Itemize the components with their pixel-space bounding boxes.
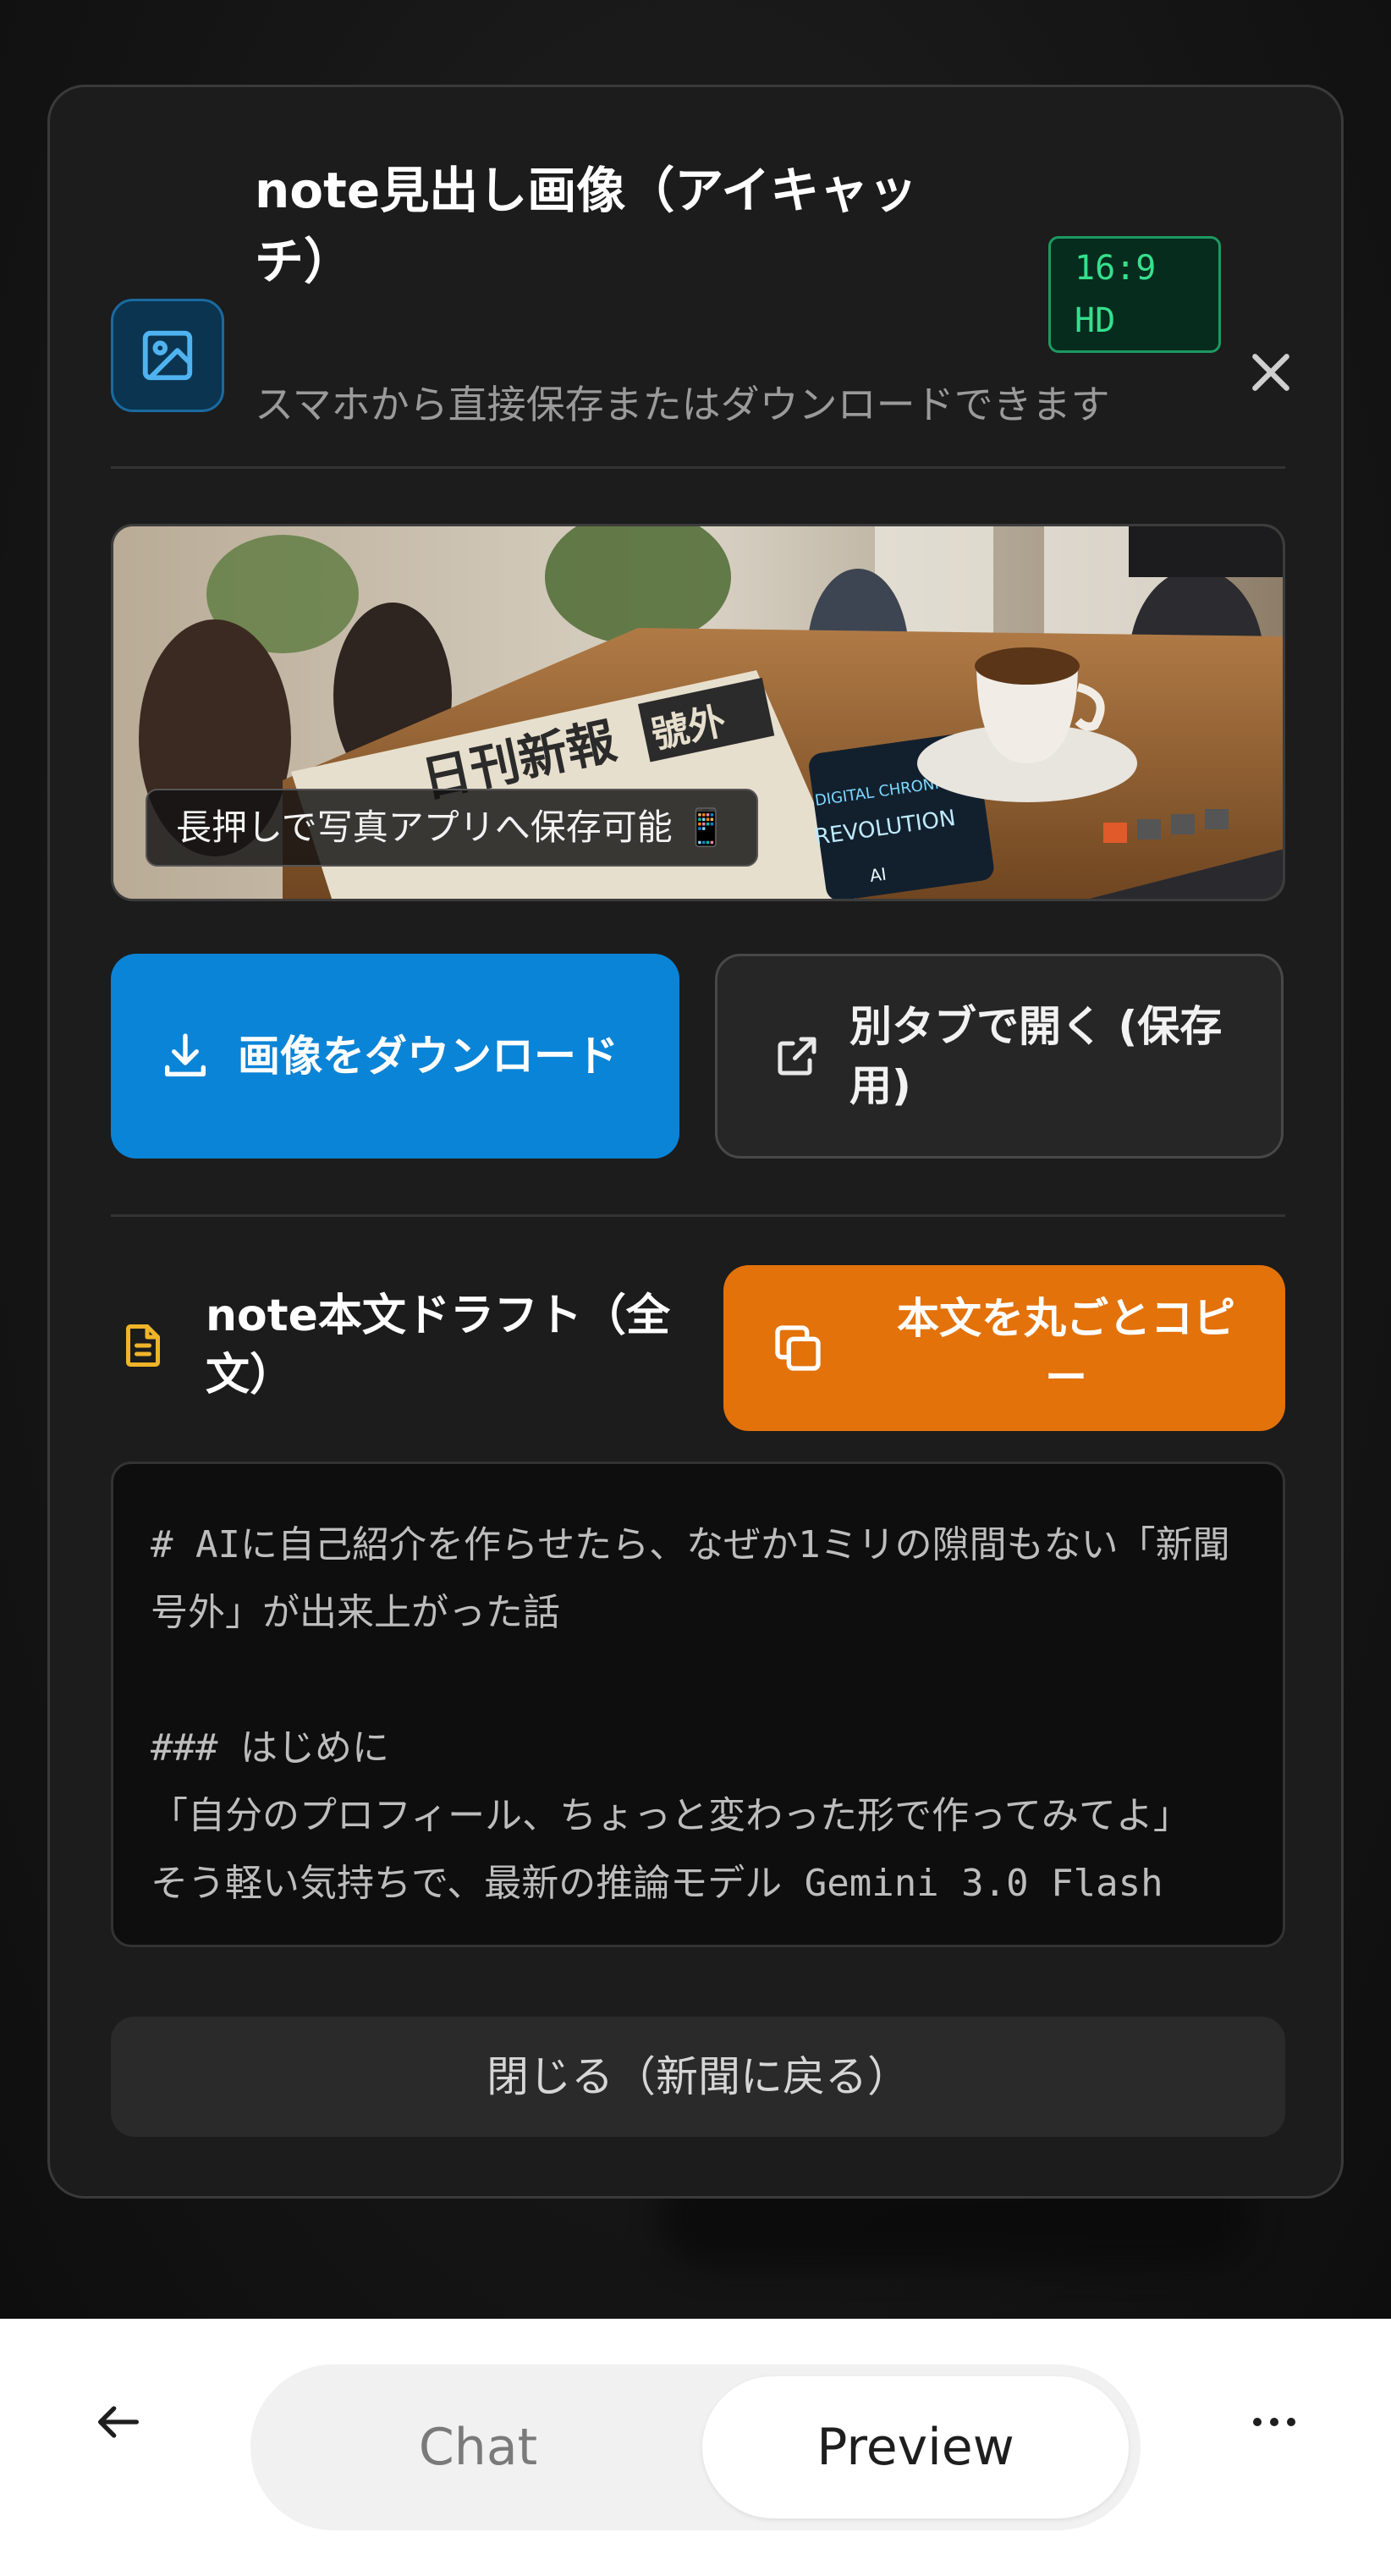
resolution-badge: 16:9 HD bbox=[1048, 236, 1221, 353]
modal-title: note見出し画像（アイキャッチ） bbox=[255, 162, 918, 290]
modal-header: note見出し画像（アイキャッチ） 16:9 HD スマホから直接保存またはダウ… bbox=[111, 155, 1289, 510]
draft-text: # AIに自己紹介を作らせたら、なぜか1ミリの隙間もない「新聞号外」が出来上がっ… bbox=[151, 1523, 1230, 1905]
divider bbox=[111, 1214, 1285, 1217]
download-label: 画像をダウンロード bbox=[238, 1032, 619, 1081]
document-icon bbox=[111, 1313, 175, 1378]
more-icon[interactable] bbox=[1232, 2388, 1317, 2456]
badge-ratio: 16:9 bbox=[1075, 249, 1157, 288]
bottom-bar: Chat Preview bbox=[0, 2319, 1391, 2576]
download-icon bbox=[153, 1024, 217, 1088]
badge-quality: HD bbox=[1075, 301, 1116, 340]
open-new-tab-button[interactable]: 別タブで開く (保存用) bbox=[715, 954, 1284, 1159]
close-icon[interactable] bbox=[1224, 326, 1317, 419]
draft-section-title: note本文ドラフト（全文） bbox=[111, 1282, 703, 1409]
arrow-left-icon[interactable] bbox=[76, 2380, 161, 2464]
download-button[interactable]: 画像をダウンロード bbox=[111, 954, 679, 1159]
copy-icon bbox=[766, 1316, 830, 1380]
copy-all-label: 本文を丸ごとコピー bbox=[897, 1294, 1235, 1402]
draft-title-label: note本文ドラフト（全文） bbox=[206, 1291, 670, 1401]
tab-preview[interactable]: Preview bbox=[702, 2376, 1129, 2518]
draft-textarea[interactable]: # AIに自己紹介を作らせたら、なぜか1ミリの隙間もない「新聞号外」が出来上がっ… bbox=[111, 1461, 1285, 1947]
phone-ai: AI bbox=[868, 863, 888, 885]
eyecatch-image[interactable]: 日刊新報 號外 DIGITAL CHRONICLE REVOLUTION AI … bbox=[111, 524, 1285, 901]
divider bbox=[111, 466, 1285, 469]
view-switcher: Chat Preview bbox=[250, 2364, 1141, 2530]
modal-subtitle: スマホから直接保存またはダウンロードできます bbox=[255, 382, 1110, 427]
save-hint: 長押しで写真アプリへ保存可能 📱 bbox=[146, 789, 759, 867]
external-link-icon bbox=[765, 1024, 829, 1088]
close-return-button[interactable]: 閉じる（新聞に戻る） bbox=[111, 2017, 1285, 2137]
image-icon bbox=[111, 299, 224, 412]
open-new-tab-label: 別タブで開く (保存用) bbox=[849, 1002, 1223, 1110]
copy-all-button[interactable]: 本文を丸ごとコピー bbox=[723, 1265, 1285, 1431]
image-modal: note見出し画像（アイキャッチ） 16:9 HD スマホから直接保存またはダウ… bbox=[47, 85, 1344, 2199]
tab-chat[interactable]: Chat bbox=[262, 2376, 694, 2518]
